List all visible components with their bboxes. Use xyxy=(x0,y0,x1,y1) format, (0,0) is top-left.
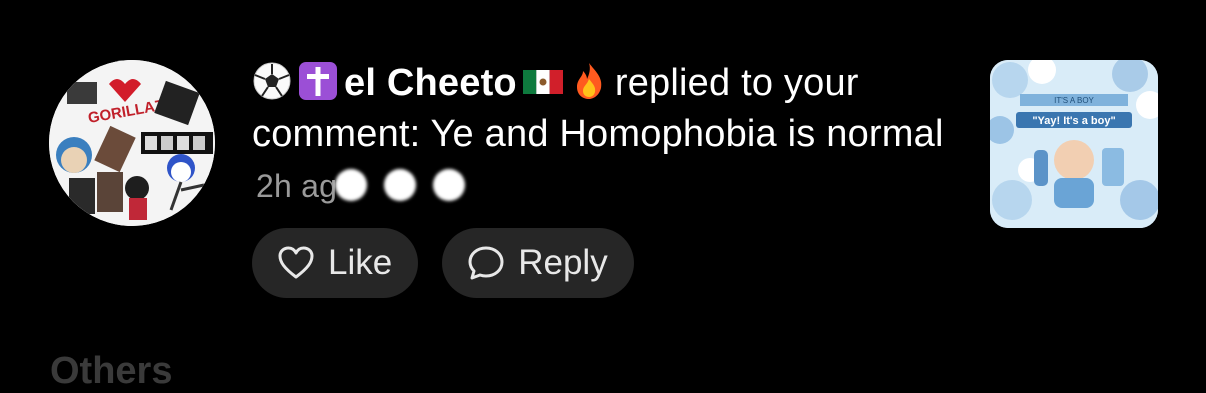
timestamp: 2h ag xyxy=(256,168,338,204)
user-avatar[interactable]: GORILLAZ xyxy=(49,60,215,226)
speech-bubble-icon xyxy=(468,246,504,280)
redacted-dots xyxy=(329,164,476,215)
soccer-ball-icon xyxy=(252,61,292,101)
username-link[interactable]: el Cheeto xyxy=(344,62,517,104)
mexico-flag-icon xyxy=(522,61,563,101)
section-title-others: Others xyxy=(50,350,173,392)
post-thumbnail[interactable]: IT'S A BOY "Yay! It's a boy" xyxy=(990,60,1158,228)
latin-cross-icon xyxy=(298,61,338,101)
like-button[interactable]: Like xyxy=(252,228,419,298)
thumbnail-banner: IT'S A BOY xyxy=(1054,96,1094,105)
comment-actions: Like Reply xyxy=(252,228,634,298)
notification-body[interactable]: el Cheeto replied to your comment: Ye an… xyxy=(252,58,972,215)
thumbnail-caption: "Yay! It's a boy" xyxy=(1032,115,1115,127)
like-label: Like xyxy=(328,243,393,282)
reply-label: Reply xyxy=(518,243,608,282)
baby-shower-image: IT'S A BOY "Yay! It's a boy" xyxy=(990,60,1158,228)
fire-icon xyxy=(569,61,609,101)
avatar-collage-image: GORILLAZ xyxy=(49,60,215,226)
reply-button[interactable]: Reply xyxy=(442,228,634,298)
notification-text: el Cheeto replied to your comment: Ye an… xyxy=(252,58,972,215)
heart-icon xyxy=(278,246,314,279)
